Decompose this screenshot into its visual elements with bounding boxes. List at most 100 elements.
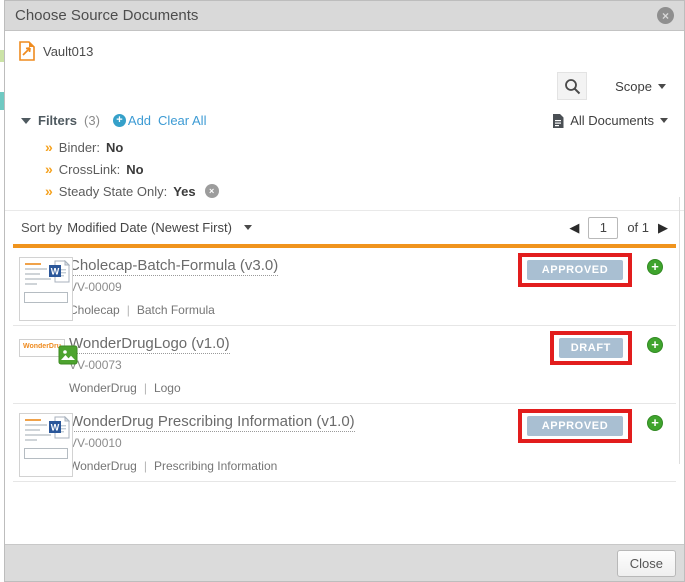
document-type-dropdown[interactable]: All Documents [552,113,668,128]
image-file-icon [58,345,78,365]
vault-row: Vault013 [5,31,684,65]
sort-row: Sort by Modified Date (Newest First) ◀ o… [5,210,684,244]
filter-label: Binder: [59,140,100,155]
pagination: ◀ of 1 ▶ [569,217,668,239]
thumbnail-column: W WonderDrug [19,335,75,357]
document-title-link[interactable]: WonderDrug Prescribing Information (v1.0… [69,413,355,432]
add-filter-label: Add [128,113,151,128]
word-document-thumbnail[interactable]: W [19,413,73,477]
filter-item-crosslink: » CrossLink: No [45,158,684,180]
search-icon [564,78,581,95]
image-logo-thumbnail[interactable]: WonderDrug [19,339,65,357]
svg-text:W: W [51,267,60,277]
document-meta: WonderDrug | Prescribing Information [69,459,506,473]
document-list: W Cholecap Cholecap-Batch-Formula (v3.0)… [13,248,676,482]
thumbnail-text-box [24,448,68,459]
document-type: Logo [154,381,181,395]
choose-source-documents-dialog: Choose Source Documents × Vault013 Scope… [4,0,685,582]
status-badge: APPROVED [527,260,623,280]
chevron-down-icon [244,225,252,230]
applied-filters-list: » Binder: No » CrossLink: No » Steady St… [5,130,684,210]
document-type: Prescribing Information [154,459,277,473]
document-info: Cholecap-Batch-Formula (v3.0) VV-00009 C… [69,257,506,317]
search-button[interactable] [557,72,587,100]
expand-chevron-icon[interactable]: » [45,184,53,198]
document-info: WonderDrug Prescribing Information (v1.0… [69,413,506,473]
document-title-link[interactable]: Cholecap-Batch-Formula (v3.0) [69,257,278,276]
filter-value: No [126,162,143,177]
thumbnail-column: W Cholecap [19,257,75,321]
document-type: Batch Formula [137,303,215,317]
dialog-footer: Close [5,544,684,581]
status-highlight-annotation: APPROVED [518,409,632,443]
document-meta: WonderDrug | Logo [69,381,506,395]
word-document-thumbnail[interactable]: W [19,257,73,321]
vault-document-icon [19,41,35,61]
document-info: WonderDrugLogo (v1.0) VV-00073 WonderDru… [69,335,506,395]
next-page-button[interactable]: ▶ [658,221,668,234]
chevron-down-icon [660,118,668,123]
scope-label: Scope [615,79,652,94]
plus-circle-icon: + [113,114,126,127]
dialog-close-icon[interactable]: × [657,7,674,24]
document-row: W Cholecap Cholecap-Batch-Formula (v3.0)… [13,248,676,326]
sort-by-label: Sort by [21,220,62,235]
add-document-button[interactable]: + [647,337,663,353]
meta-divider: | [127,303,130,317]
expand-chevron-icon[interactable]: » [45,140,53,154]
expand-chevron-icon[interactable]: » [45,162,53,176]
word-file-icon: W [48,416,70,440]
page-count-label: of 1 [627,220,649,235]
status-highlight-annotation: APPROVED [518,253,632,287]
filter-label: CrossLink: [59,162,120,177]
status-badge: DRAFT [559,338,623,358]
meta-divider: | [144,459,147,473]
dialog-title: Choose Source Documents [15,7,198,24]
filter-item-steady-state: » Steady State Only: Yes × [45,180,684,202]
logo-mini-text: WonderDrug [23,343,61,350]
document-title-link[interactable]: WonderDrugLogo (v1.0) [69,335,230,354]
sort-value: Modified Date (Newest First) [67,220,232,235]
page-number-input[interactable] [588,217,618,239]
filters-header: Filters (3) + Add Clear All All Document… [5,107,684,130]
sort-dropdown[interactable]: Modified Date (Newest First) [62,220,252,235]
filter-value: No [106,140,123,155]
document-type-value: All Documents [570,113,654,128]
filter-value: Yes [173,184,195,199]
product-name: Cholecap [69,303,120,317]
svg-text:W: W [51,423,60,433]
filter-item-binder: » Binder: No [45,136,684,158]
previous-page-button[interactable]: ◀ [569,221,579,234]
meta-divider: | [144,381,147,395]
add-filter-link[interactable]: + Add [113,113,151,128]
add-document-button[interactable]: + [647,415,663,431]
status-highlight-annotation: DRAFT [550,331,632,365]
close-button[interactable]: Close [617,550,676,577]
dialog-titlebar: Choose Source Documents × [5,1,684,31]
product-name: WonderDrug [69,381,137,395]
filters-collapse-icon[interactable] [21,118,31,124]
filters-label: Filters [38,113,77,128]
document-number: VV-00009 [69,280,506,294]
clear-all-filters-link[interactable]: Clear All [158,113,206,128]
add-document-button[interactable]: + [647,259,663,275]
document-row: W WonderDrug WonderDrug Prescribing Info… [13,404,676,482]
document-icon [552,114,564,128]
document-number: VV-00010 [69,436,506,450]
filter-label: Steady State Only: [59,184,167,199]
product-name: WonderDrug [69,459,137,473]
status-badge: APPROVED [527,416,623,436]
scope-dropdown[interactable]: Scope [615,79,666,94]
document-meta: Cholecap | Batch Formula [69,303,506,317]
remove-filter-icon[interactable]: × [205,184,219,198]
list-edge-divider [679,197,680,464]
search-row: Scope [5,65,684,107]
document-row: W WonderDrug WonderDrugLogo (v1.0) VV-00… [13,326,676,404]
filters-count: (3) [84,113,100,128]
vault-name: Vault013 [43,44,93,59]
word-file-icon: W [48,260,70,284]
thumbnail-column: W WonderDrug [19,413,75,477]
thumbnail-text-box [24,292,68,303]
chevron-down-icon [658,84,666,89]
document-number: VV-00073 [69,358,506,372]
